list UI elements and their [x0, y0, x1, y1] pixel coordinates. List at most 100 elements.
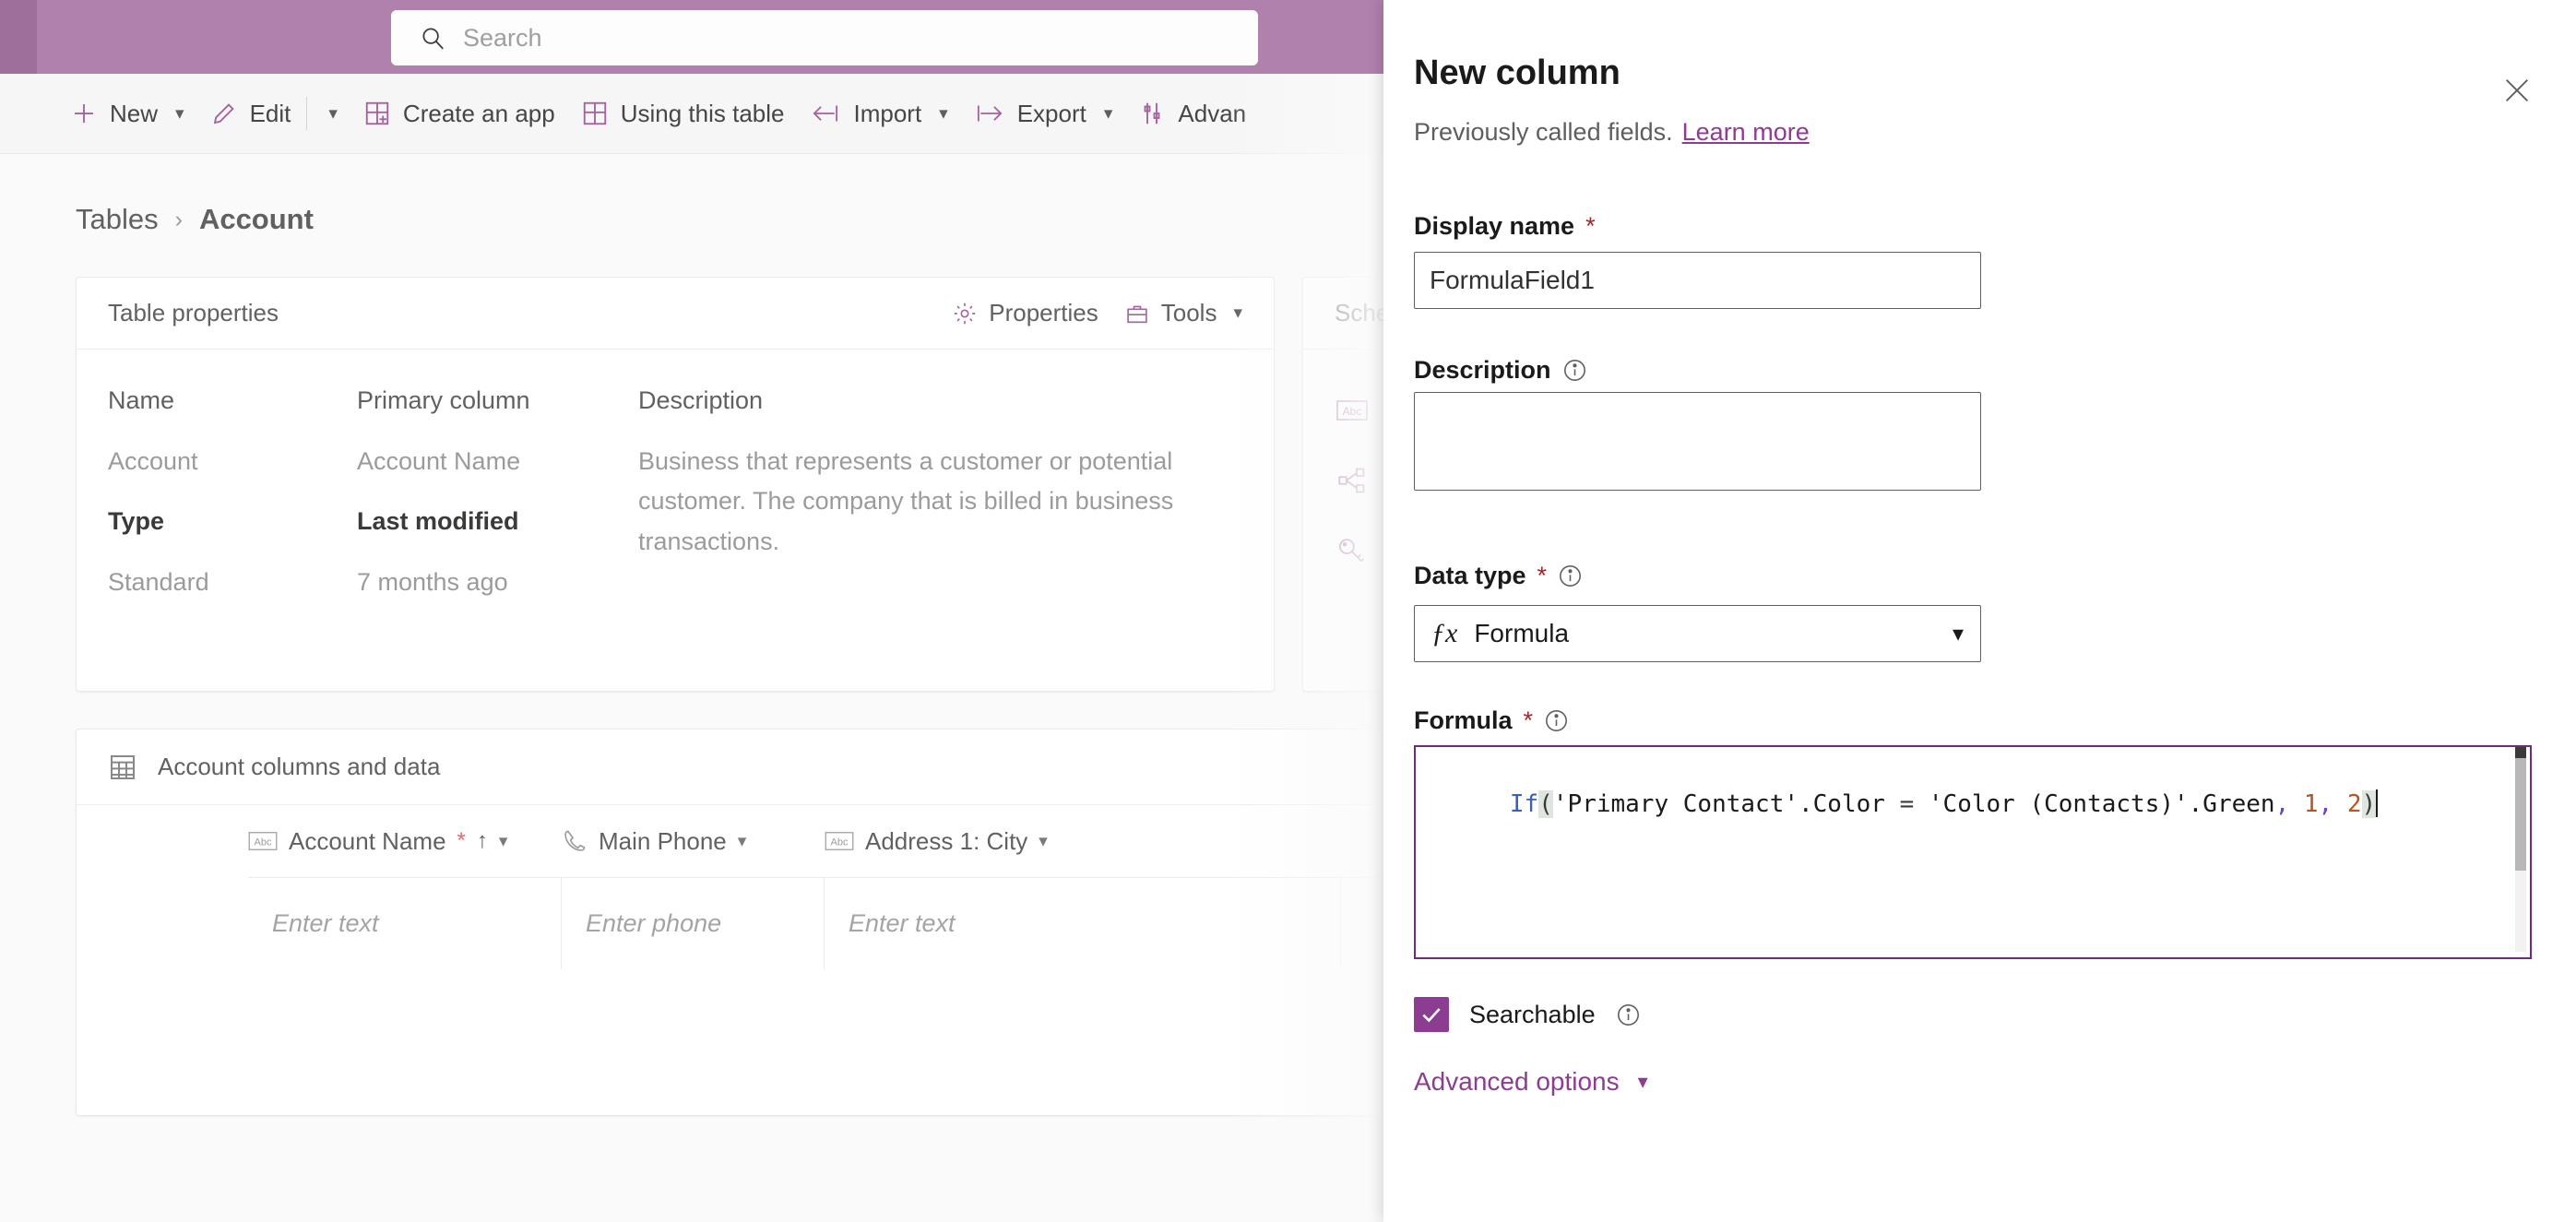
properties-button-label: Properties	[989, 299, 1098, 326]
advanced-options-toggle[interactable]: Advanced options ▾	[1414, 1067, 1648, 1097]
data-type-value: Formula	[1474, 619, 1570, 647]
tools-button[interactable]: Tools ▾	[1124, 299, 1242, 327]
toolbox-icon	[1124, 301, 1150, 326]
searchable-checkbox-row[interactable]: Searchable	[1414, 997, 1641, 1032]
command-export[interactable]: Export ▾	[961, 74, 1126, 154]
info-icon[interactable]	[1544, 708, 1569, 733]
formula-token: ,	[2274, 790, 2290, 819]
command-using-this-table[interactable]: Using this table	[568, 74, 798, 154]
sort-ascending-icon[interactable]: ↑	[477, 828, 488, 854]
table-grid-icon	[581, 100, 609, 127]
formula-label: Formula *	[1414, 706, 1569, 735]
required-asterisk: *	[1537, 562, 1548, 589]
info-icon[interactable]	[1562, 358, 1587, 383]
command-import[interactable]: Import ▾	[797, 74, 960, 154]
schema-title: Sche	[1335, 299, 1390, 326]
svg-text:Abc: Abc	[830, 837, 849, 848]
command-new[interactable]: New ▾	[57, 74, 197, 154]
svg-text:Abc: Abc	[254, 837, 272, 848]
display-name-input[interactable]: FormulaField1	[1414, 252, 1981, 309]
command-advanced[interactable]: Advan	[1125, 74, 1259, 154]
data-type-label-text: Data type	[1414, 562, 1526, 589]
search-icon	[419, 24, 446, 52]
formula-editor[interactable]: If('Primary Contact'.Color = 'Color (Con…	[1414, 745, 2532, 959]
display-name-label: Display name *	[1414, 212, 1596, 241]
panel-subtitle-text: Previously called fields.	[1414, 118, 1673, 146]
command-new-label: New	[110, 99, 159, 127]
cell-account-name[interactable]: Enter text	[248, 878, 562, 969]
command-import-label: Import	[853, 99, 922, 127]
formula-token: 2	[2333, 790, 2362, 819]
description-input[interactable]	[1414, 392, 1981, 491]
gear-icon	[952, 301, 978, 326]
formula-label-text: Formula	[1414, 706, 1513, 734]
close-panel-button[interactable]	[2491, 66, 2543, 118]
advanced-options-label: Advanced options	[1414, 1067, 1620, 1096]
import-arrow-icon	[810, 100, 841, 127]
description-label-text: Description	[1414, 356, 1551, 384]
grid-header-address-city-label: Address 1: City	[865, 826, 1028, 855]
app-root: Search New ▾ Edit ▾ Create an app Using …	[0, 0, 2576, 1222]
data-type-select[interactable]: ƒx Formula ▾	[1414, 605, 1981, 662]
prop-header-primary-column: Primary column	[357, 386, 530, 414]
grid-header-account-name-label: Account Name	[289, 826, 446, 855]
phone-icon	[562, 828, 588, 854]
export-arrow-icon	[974, 100, 1005, 127]
abc-text-icon: Abc	[825, 830, 854, 852]
search-input[interactable]: Search	[391, 10, 1258, 65]
search-placeholder: Search	[463, 23, 542, 52]
command-create-an-app-label: Create an app	[402, 99, 555, 127]
required-asterisk: *	[1585, 212, 1596, 240]
breadcrumb-tables[interactable]: Tables	[76, 203, 159, 236]
table-properties-title: Table properties	[108, 299, 279, 326]
grid-header-main-phone[interactable]: Main Phone ▾	[562, 827, 825, 856]
chevron-down-icon[interactable]: ▾	[939, 103, 948, 125]
info-icon[interactable]	[1558, 564, 1583, 588]
breadcrumb-separator: ›	[174, 206, 183, 232]
pencil-icon	[210, 100, 238, 127]
properties-button[interactable]: Properties	[952, 299, 1098, 327]
svg-text:Abc: Abc	[1343, 405, 1362, 418]
grid-header-account-name[interactable]: Abc Account Name * ↑ ▾	[248, 827, 562, 856]
chevron-down-icon[interactable]: ▾	[328, 103, 338, 125]
columns-and-data-title: Account columns and data	[158, 753, 441, 780]
chevron-down-icon[interactable]: ▾	[175, 103, 184, 125]
prop-value-name: Account	[108, 446, 198, 475]
formula-token: 1	[2289, 790, 2319, 819]
formula-token: 'Color (Contacts)'.Green	[1928, 790, 2275, 819]
chevron-down-icon[interactable]: ▾	[1104, 103, 1113, 125]
display-name-value: FormulaField1	[1430, 266, 1595, 294]
command-create-an-app[interactable]: Create an app	[350, 74, 568, 154]
breadcrumb: Tables › Account	[76, 203, 314, 236]
cell-address-city[interactable]: Enter text	[825, 878, 1341, 969]
table-properties-card: Table properties Properties Tools ▾ Name…	[76, 277, 1275, 692]
cell-main-phone[interactable]: Enter phone	[562, 878, 825, 969]
top-bar-left-strip	[0, 0, 37, 74]
prop-label-last-modified: Last modified	[357, 507, 519, 536]
chevron-down-icon[interactable]: ▾	[1039, 831, 1048, 852]
chevron-down-icon[interactable]: ▾	[1638, 1070, 1648, 1094]
advanced-tools-icon	[1138, 100, 1166, 127]
prop-header-name: Name	[108, 386, 175, 414]
info-icon[interactable]	[1616, 1003, 1641, 1027]
formula-token: )	[2361, 790, 2377, 819]
chevron-down-icon[interactable]: ▾	[499, 831, 508, 852]
learn-more-link[interactable]: Learn more	[1682, 118, 1810, 147]
searchable-checkbox[interactable]	[1414, 997, 1449, 1032]
formula-token: If	[1509, 790, 1539, 819]
grid-header-address-city[interactable]: Abc Address 1: City ▾	[825, 827, 1138, 856]
chevron-down-icon[interactable]: ▾	[1953, 621, 1964, 647]
formula-scrollbar-thumb[interactable]	[2515, 753, 2526, 871]
formula-token: (	[1538, 790, 1553, 819]
chevron-down-icon[interactable]: ▾	[1233, 303, 1242, 324]
formula-text: If('Primary Contact'.Color = 'Color (Con…	[1416, 747, 2530, 853]
key-icon	[1336, 537, 1375, 564]
formula-scrollbar[interactable]	[2515, 747, 2526, 952]
command-edit[interactable]: Edit ▾	[197, 74, 350, 154]
chevron-down-icon[interactable]: ▾	[738, 831, 747, 852]
close-icon	[2501, 75, 2533, 111]
prop-value-type: Standard	[108, 568, 209, 597]
description-label: Description	[1414, 356, 1587, 385]
relationships-share-icon	[1336, 467, 1375, 494]
scroll-up-indicator	[2515, 747, 2526, 758]
